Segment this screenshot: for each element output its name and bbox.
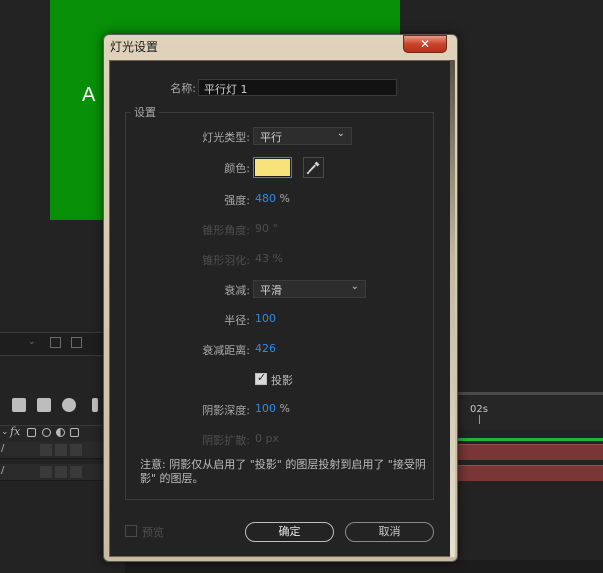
cancel-button[interactable]: 取消 [345,522,434,542]
close-button[interactable]: ✕ [403,35,447,53]
light-type-value: 平行 [260,131,282,144]
light-name-input[interactable]: 平行灯 1 [198,79,397,96]
effects-switch-icon: fx [10,425,21,438]
cone-angle-field: 90 ° [255,222,278,235]
name-label: 名称: [170,82,196,95]
time-ruler-tick [479,415,480,424]
work-area-bar[interactable] [455,438,603,441]
eyedropper-icon [306,161,320,175]
radius-value[interactable]: 100 [255,312,276,325]
light-type-label: 灯光类型: [202,131,250,144]
adjustment-layer-switch-icon [56,428,65,437]
layer-switch-cell[interactable] [70,444,82,456]
preview-checkbox[interactable] [125,525,137,537]
frame-blending-icon[interactable] [37,398,51,412]
pencil-icon: / [1,465,5,476]
radius-label: 半径: [224,314,250,327]
cone-feather-unit: % [272,252,283,265]
layer-switch-cell[interactable] [55,444,67,456]
falloff-dropdown[interactable]: 平滑 ⌄ [253,280,366,298]
cone-angle-label: 锥形角度: [202,224,250,237]
chevron-down-icon[interactable]: ⌄ [28,337,36,347]
frame-blend-switch-icon [27,428,36,437]
falloff-value: 平滑 [260,284,282,297]
falloff-distance-value[interactable]: 426 [255,342,276,355]
comp-text-layer: A [82,84,96,106]
dialog-title: 灯光设置 [110,40,159,54]
dialog-frame-edge [450,60,455,557]
cone-feather-label: 锥形羽化: [202,254,250,267]
shadow-darkness-unit: % [279,402,290,415]
casts-shadows-checkbox[interactable]: ✓ [255,371,267,385]
intensity-unit: % [279,192,290,205]
falloff-label: 衰减: [224,284,250,297]
shadow-diffusion-label: 阴影扩散: [202,434,250,447]
motion-blur-icon[interactable] [62,398,76,412]
checkmark-icon: ✓ [257,371,267,384]
layer-switch-cell[interactable] [70,466,82,478]
intensity-field[interactable]: 480 % [255,192,290,205]
3d-layer-switch-icon [70,428,79,437]
intensity-label: 强度: [224,194,250,207]
region-of-interest-icon[interactable] [50,337,61,348]
timeline-layer-row[interactable] [0,464,105,481]
cone-feather-field: 43 % [255,252,283,265]
pencil-icon: / [1,443,5,454]
light-type-dropdown[interactable]: 平行 ⌄ [253,127,352,145]
chevron-down-icon: ⌄ [350,281,359,292]
preview-label[interactable]: 预览 [142,524,164,540]
eyedropper-button[interactable] [303,157,324,178]
graph-editor-icon[interactable] [92,398,98,412]
ok-button[interactable]: 确定 [245,522,334,542]
casts-shadows-label[interactable]: 投影 [271,372,293,388]
timeline-layer-row[interactable] [0,442,105,459]
color-swatch[interactable] [253,157,292,178]
shadow-diffusion-value: 0 px [255,432,279,445]
motion-blur-switch-icon [42,428,51,437]
cone-angle-value: 90 [255,222,269,235]
time-ruler-label: 02s [470,404,488,415]
layer-switch-cell[interactable] [40,444,52,456]
shadow-darkness-value[interactable]: 100 [255,402,276,415]
intensity-value[interactable]: 480 [255,192,276,205]
shadow-darkness-field[interactable]: 100 % [255,402,290,415]
transparency-grid-icon[interactable] [71,337,82,348]
color-label: 颜色: [224,162,250,175]
settings-group-title: 设置 [131,104,159,120]
falloff-distance-label: 衰减距离: [202,344,250,357]
shy-layers-icon[interactable] [12,398,26,412]
shy-switch-icon: ⌄ [1,427,9,437]
color-swatch-fill [255,159,290,176]
cone-angle-unit: ° [272,222,279,235]
layer-switch-cell[interactable] [40,466,52,478]
layer-switch-cell[interactable] [55,466,67,478]
layer-duration-bar[interactable] [455,444,603,460]
shadow-darkness-label: 阴影深度: [202,404,250,417]
layer-duration-bar[interactable] [455,465,603,481]
chevron-down-icon: ⌄ [336,128,345,139]
close-icon: ✕ [419,37,431,51]
shadow-note: 注意: 阴影仅从启用了 "投影" 的图层投射到启用了 "接受阴影" 的图层。 [140,458,426,485]
cone-feather-value: 43 [255,252,269,265]
